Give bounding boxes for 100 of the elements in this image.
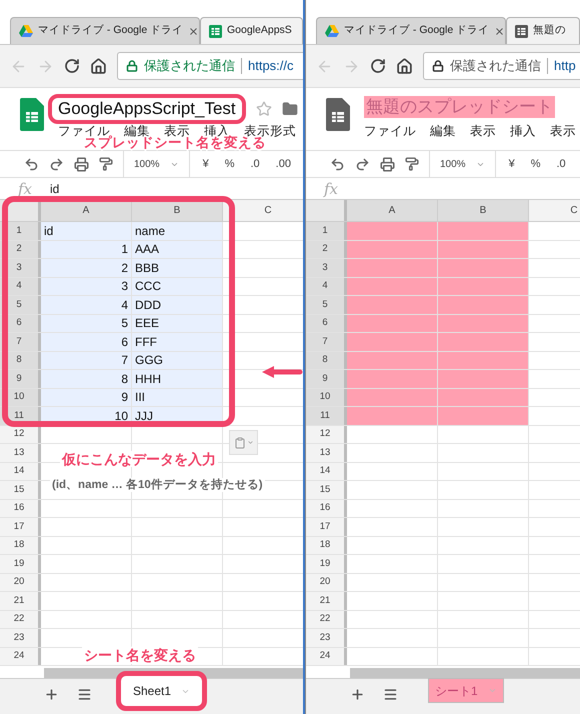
table-cell[interactable] (438, 352, 529, 369)
row-header[interactable]: 12 (0, 426, 41, 443)
sheet-list-icon[interactable] (77, 687, 92, 702)
column-header[interactable]: B (438, 200, 529, 221)
row-header[interactable]: 23 (0, 629, 41, 646)
row-header[interactable]: 11 (306, 407, 347, 424)
table-cell[interactable]: HHH (132, 370, 223, 388)
table-cell[interactable]: 2 (41, 259, 132, 276)
row-header[interactable]: 17 (0, 518, 41, 536)
table-cell[interactable] (347, 352, 438, 369)
column-header[interactable]: A (41, 200, 132, 221)
table-cell[interactable] (438, 240, 529, 258)
row-header[interactable]: 24 (0, 648, 41, 665)
table-cell[interactable] (438, 370, 529, 388)
menu-item[interactable]: 表示形式 (244, 124, 296, 138)
row-header[interactable]: 22 (0, 610, 41, 628)
formula-value[interactable]: id (50, 180, 60, 198)
row-header[interactable]: 3 (306, 259, 347, 276)
menu-item[interactable]: 表示 (550, 124, 576, 138)
table-cell[interactable] (347, 314, 438, 332)
row-header[interactable]: 6 (306, 314, 347, 332)
table-cell[interactable]: EEE (132, 314, 223, 332)
table-cell[interactable]: 8 (41, 370, 132, 388)
table-cell[interactable] (347, 370, 438, 388)
table-cell[interactable] (438, 296, 529, 314)
redo-icon[interactable] (355, 156, 370, 172)
paint-format-icon[interactable] (405, 157, 419, 171)
table-cell[interactable] (347, 222, 438, 240)
zoom-dropdown[interactable]: 100% (134, 156, 179, 172)
table-cell[interactable]: DDD (132, 296, 223, 314)
row-header[interactable]: 14 (306, 462, 347, 480)
row-header[interactable]: 17 (306, 518, 347, 536)
table-cell[interactable]: id (41, 222, 132, 240)
table-cell[interactable] (438, 407, 529, 424)
row-header[interactable]: 22 (306, 610, 347, 628)
toolbar-button[interactable]: .0 (247, 156, 263, 172)
toolbar-button[interactable]: .00 (272, 156, 294, 172)
star-icon[interactable] (256, 101, 272, 117)
browser-tab[interactable]: GoogleAppsS (200, 17, 303, 44)
table-cell[interactable] (347, 240, 438, 258)
row-header[interactable]: 15 (306, 481, 347, 498)
paste-button[interactable] (229, 430, 258, 455)
table-cell[interactable] (438, 259, 529, 276)
row-header[interactable]: 21 (306, 592, 347, 610)
table-cell[interactable] (438, 278, 529, 295)
horizontal-scrollbar[interactable] (350, 668, 580, 678)
column-header[interactable]: A (347, 200, 438, 221)
row-header[interactable]: 13 (0, 444, 41, 462)
table-cell[interactable]: CCC (132, 278, 223, 295)
table-cell[interactable] (438, 333, 529, 350)
row-header[interactable]: 5 (306, 296, 347, 314)
table-cell[interactable] (347, 259, 438, 276)
browser-tab[interactable]: マイドライブ - Google ドライ (316, 17, 506, 44)
add-sheet-icon[interactable] (44, 687, 59, 702)
row-header[interactable]: 16 (306, 500, 347, 517)
row-header[interactable]: 21 (0, 592, 41, 610)
toolbar-button[interactable]: ¥ (200, 156, 212, 172)
browser-tab[interactable]: 無題の (506, 17, 580, 44)
home-icon[interactable] (90, 58, 107, 74)
table-cell[interactable]: 5 (41, 314, 132, 332)
menu-item[interactable]: 表示 (470, 124, 496, 138)
menu-item[interactable]: 編集 (430, 124, 456, 138)
row-header[interactable]: 10 (306, 388, 347, 406)
row-header[interactable]: 20 (306, 574, 347, 591)
column-header[interactable]: B (132, 200, 223, 221)
table-cell[interactable]: 9 (41, 388, 132, 406)
table-cell[interactable]: 6 (41, 333, 132, 350)
table-cell[interactable] (347, 296, 438, 314)
row-header[interactable]: 12 (306, 426, 347, 443)
zoom-dropdown[interactable]: 100% (440, 156, 485, 172)
print-icon[interactable] (74, 156, 89, 172)
undo-icon[interactable] (330, 156, 345, 172)
close-icon[interactable] (188, 26, 200, 36)
row-header[interactable]: 2 (306, 240, 347, 258)
row-header[interactable]: 18 (306, 536, 347, 554)
address-field[interactable]: 保護された通信 http (423, 52, 580, 80)
table-cell[interactable]: BBB (132, 259, 223, 276)
undo-icon[interactable] (24, 156, 39, 172)
row-header[interactable]: 20 (0, 574, 41, 591)
redo-icon[interactable] (49, 156, 64, 172)
row-header[interactable]: 14 (0, 462, 41, 480)
add-sheet-icon[interactable] (350, 687, 365, 702)
reload-icon[interactable] (370, 58, 386, 74)
folder-icon[interactable] (282, 101, 298, 117)
row-header[interactable]: 1 (306, 222, 347, 240)
menu-item[interactable]: ファイル (364, 124, 416, 138)
paint-format-icon[interactable] (99, 157, 113, 171)
row-header[interactable]: 13 (306, 444, 347, 462)
reload-icon[interactable] (64, 58, 80, 74)
table-cell[interactable]: 3 (41, 278, 132, 295)
table-cell[interactable] (347, 333, 438, 350)
table-cell[interactable] (347, 388, 438, 406)
menu-item[interactable]: 表示 (164, 124, 190, 138)
row-header[interactable]: 16 (0, 500, 41, 517)
row-header[interactable]: 4 (306, 278, 347, 295)
table-cell[interactable] (347, 278, 438, 295)
print-icon[interactable] (380, 156, 395, 172)
table-cell[interactable]: III (132, 388, 223, 406)
column-header[interactable]: C (529, 200, 580, 221)
table-cell[interactable]: 1 (41, 240, 132, 258)
